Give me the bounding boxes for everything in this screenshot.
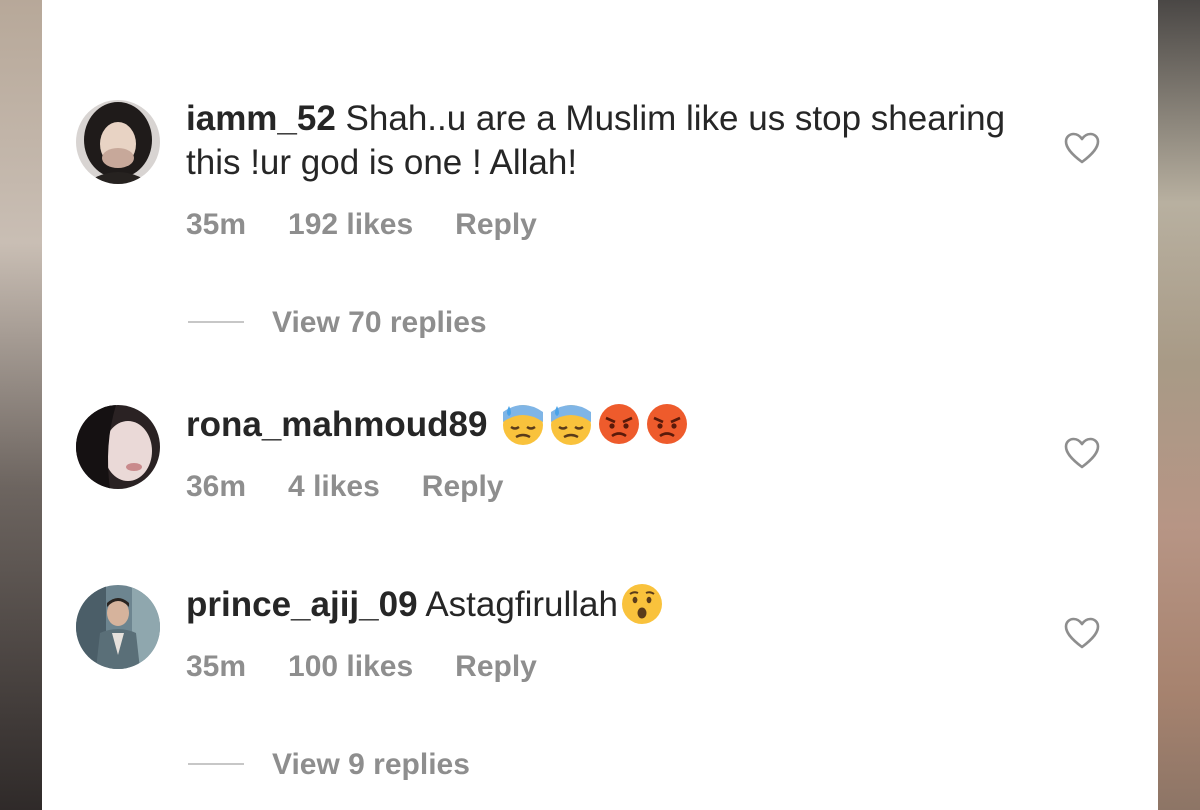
comment-text: Astagfirullah [417,585,618,624]
comment-time: 36m [186,470,247,503]
heart-icon[interactable] [1064,617,1100,649]
comment-likes[interactable]: 4 likes [288,470,380,503]
background-right [1158,0,1200,810]
view-replies-label: View 9 replies [272,748,470,781]
comment-likes[interactable]: 192 likes [288,208,413,241]
reply-button[interactable]: Reply [422,470,504,503]
view-replies-button[interactable]: View 9 replies [188,748,470,782]
downcast-face-with-sweat-emoji [551,404,592,445]
comment-body: prince_ajij_09 Astagfirullah [186,583,1006,629]
heart-icon[interactable] [1064,132,1100,164]
comment-username[interactable]: rona_mahmoud89 [186,405,487,444]
comment-time: 35m [186,650,247,683]
reply-button[interactable]: Reply [455,208,537,241]
avatar[interactable] [76,405,160,489]
reply-button[interactable]: Reply [455,650,537,683]
pouting-face-emoji [599,403,640,444]
view-replies-button[interactable]: View 70 replies [188,306,487,340]
comment-body: rona_mahmoud89 [186,403,1006,449]
avatar[interactable] [76,100,160,184]
comments-panel: iamm_52 Shah..u are a Muslim like us sto… [42,0,1158,810]
avatar[interactable] [76,585,160,669]
view-replies-line [188,763,244,766]
comment-meta: 36m 4 likes Reply [186,470,504,504]
comment-username[interactable]: prince_ajij_09 [186,585,418,624]
comment-likes[interactable]: 100 likes [288,650,413,683]
downcast-face-with-sweat-emoji [503,404,544,445]
background-left [0,0,42,810]
pouting-face-emoji [647,403,688,444]
hushed-face-emoji [621,583,662,624]
heart-icon[interactable] [1064,437,1100,469]
comment-body: iamm_52 Shah..u are a Muslim like us sto… [186,97,1006,185]
comment-meta: 35m 192 likes Reply [186,208,537,242]
view-replies-line [188,321,244,324]
comment-username[interactable]: iamm_52 [186,99,336,138]
comment-time: 35m [186,208,247,241]
view-replies-label: View 70 replies [272,306,487,339]
comment-meta: 35m 100 likes Reply [186,650,537,684]
